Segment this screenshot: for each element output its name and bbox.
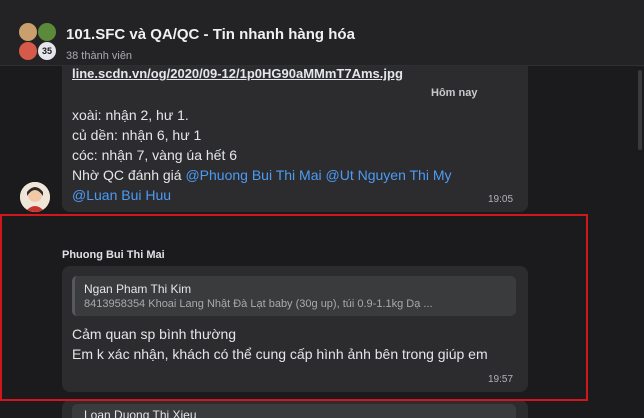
chat-header: 35 101.SFC và QA/QC - Tin nhanh hàng hóa… bbox=[0, 0, 644, 66]
highlight-box bbox=[0, 214, 588, 401]
mention-link[interactable]: @Ut Nguyen Thi My bbox=[326, 167, 452, 183]
scrollbar[interactable] bbox=[638, 70, 642, 150]
quoted-author: Loan Duong Thi Xieu bbox=[84, 408, 197, 418]
message-line: củ dền: nhận 6, hư 1 bbox=[72, 127, 202, 143]
group-avatar[interactable]: 35 bbox=[18, 22, 58, 62]
message-line: xoài: nhận 2, hư 1. bbox=[72, 107, 189, 123]
chat-window: 35 101.SFC và QA/QC - Tin nhanh hàng hóa… bbox=[0, 0, 644, 418]
mention-link[interactable]: @Phuong Bui Thi Mai bbox=[185, 167, 321, 183]
group-title[interactable]: 101.SFC và QA/QC - Tin nhanh hàng hóa bbox=[66, 26, 355, 43]
message-line: cóc: nhận 7, vàng úa hết 6 bbox=[72, 147, 238, 163]
mention-link[interactable]: @Luan Bui Huu bbox=[72, 187, 171, 203]
group-member-count[interactable]: 38 thành viên bbox=[66, 50, 132, 62]
sender-avatar[interactable] bbox=[20, 182, 50, 212]
avatar-image bbox=[20, 182, 50, 212]
member-avatar bbox=[37, 22, 57, 42]
date-separator: Hôm nay bbox=[431, 87, 478, 99]
member-avatar bbox=[18, 22, 38, 42]
member-avatar bbox=[18, 41, 38, 61]
member-count-badge: 35 bbox=[37, 41, 57, 61]
message-line: Nhờ QC đánh giá @Phuong Bui Thi Mai @Ut … bbox=[72, 167, 452, 183]
message-line: @Luan Bui Huu bbox=[72, 187, 171, 203]
message-link[interactable]: line.scdn.vn/og/2020/09-12/1p0HG90aMMmT7… bbox=[72, 66, 403, 81]
message-time: 19:05 bbox=[488, 194, 514, 205]
request-text: Nhờ QC đánh giá bbox=[72, 167, 186, 183]
